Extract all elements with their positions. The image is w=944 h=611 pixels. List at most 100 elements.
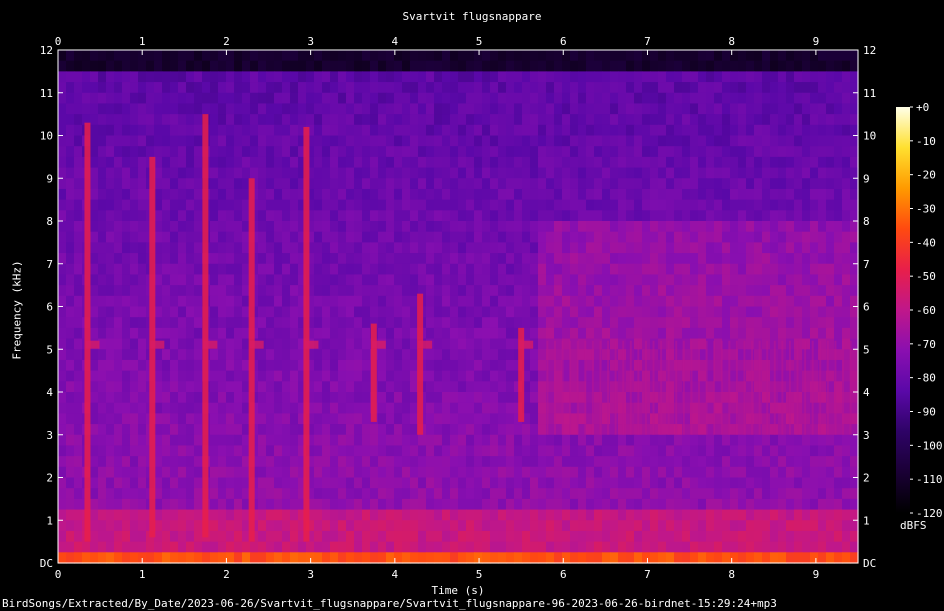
spectrogram-cell [74,317,83,329]
spectrogram-cell [426,50,435,62]
spectrogram-cell [658,146,667,158]
spectrogram-cell [186,221,195,233]
spectrogram-cell [338,349,347,361]
spectrogram-cell [634,541,643,553]
spectrogram-cell [354,114,363,126]
spectrogram-cell [506,242,515,254]
spectrogram-cell [338,199,347,211]
spectrogram-cell [338,71,347,83]
spectrogram-cell [738,103,747,115]
spectrogram-cell [498,552,507,564]
spectrogram-cell [602,274,611,286]
spectrogram-cell [58,103,67,115]
spectrogram-cell [530,114,539,126]
spectrogram-cell [818,210,827,222]
spectrogram-cell [58,317,67,329]
spectrogram-cell [274,498,283,511]
y-tick-label: 3 [863,429,870,442]
spectrogram-cell [514,135,523,147]
spectrogram-cell [322,327,331,340]
spectrogram-cell [850,60,859,72]
spectrogram-cell [90,124,99,137]
spectrogram-cell [378,488,387,500]
call-mark [720,340,723,435]
spectrogram-cell [690,178,699,190]
spectrogram-cell [666,498,675,511]
spectrogram-cell [482,210,491,222]
spectrogram-cell [362,263,371,276]
spectrogram-cell [578,498,587,511]
spectrogram-cell [778,552,787,564]
spectrogram-cell [514,552,523,564]
spectrogram-cell [674,231,683,243]
spectrogram-cell [354,466,363,479]
spectrogram-cell [746,221,755,233]
spectrogram-cell [522,456,531,468]
spectrogram-cell [522,295,531,308]
spectrogram-cell [338,82,347,94]
spectrogram-cell [546,50,555,62]
spectrogram-cell [218,231,227,243]
spectrogram-cell [426,424,435,436]
spectrogram-cell [450,370,459,382]
spectrogram-cell [402,231,411,243]
spectrogram-cell [362,285,371,297]
spectrogram-cell [138,253,147,265]
spectrogram-cell [602,541,611,553]
spectrogram-cell [650,199,659,211]
spectrogram-cell [330,424,339,436]
spectrogram-cell [378,466,387,479]
spectrogram-cell [618,188,627,201]
x-tick-label: 7 [644,35,651,48]
spectrogram-cell [786,135,795,147]
spectrogram-cell [442,50,451,62]
spectrogram-cell [730,146,739,158]
spectrogram-cell [610,509,619,521]
spectrogram-cell [538,210,547,222]
spectrogram-cell [602,92,611,105]
spectrogram-cell [98,466,107,479]
x-tick-label: 0 [55,568,62,581]
spectrogram-cell [826,124,835,137]
spectrogram-cell [194,71,203,83]
spectrogram-cell [802,456,811,468]
spectrogram-cell [418,456,427,468]
spectrogram-cell [850,71,859,83]
spectrogram-cell [602,60,611,72]
spectrogram-cell [538,402,547,414]
spectrogram-cell [266,520,275,532]
spectrogram-cell [282,317,291,329]
spectrogram-cell [490,392,499,404]
spectrogram-cell [754,156,763,169]
spectrogram-cell [746,359,755,372]
spectrogram-cell [226,60,235,72]
spectrogram-cell [690,295,699,308]
y-tick-label: 5 [46,343,53,356]
spectrogram-cell [650,60,659,72]
spectrogram-cell [242,103,251,115]
spectrogram-cell [194,509,203,521]
spectrogram-cell [538,178,547,190]
spectrogram-cell [826,327,835,340]
spectrogram-cell [482,253,491,265]
spectrogram-cell [482,306,491,318]
spectrogram-cell [154,552,163,564]
spectrogram-cell [314,359,323,372]
spectrogram-cell [90,253,99,265]
spectrogram-cell [114,530,123,543]
spectrogram-cell [186,253,195,265]
spectrogram-cell [578,135,587,147]
spectrogram-cell [122,146,131,158]
spectrogram-cell [458,381,467,393]
spectrogram-cell [402,413,411,425]
spectrogram-cell [554,285,563,297]
spectrogram-cell [442,413,451,425]
spectrogram-cell [274,477,283,489]
spectrogram-cell [826,530,835,543]
spectrogram-cell [354,509,363,521]
spectrogram-cell [378,434,387,447]
y-tick-label: 10 [863,130,876,143]
spectrogram-cell [370,199,379,211]
spectrogram-cell [594,146,603,158]
spectrogram-cell [498,370,507,382]
